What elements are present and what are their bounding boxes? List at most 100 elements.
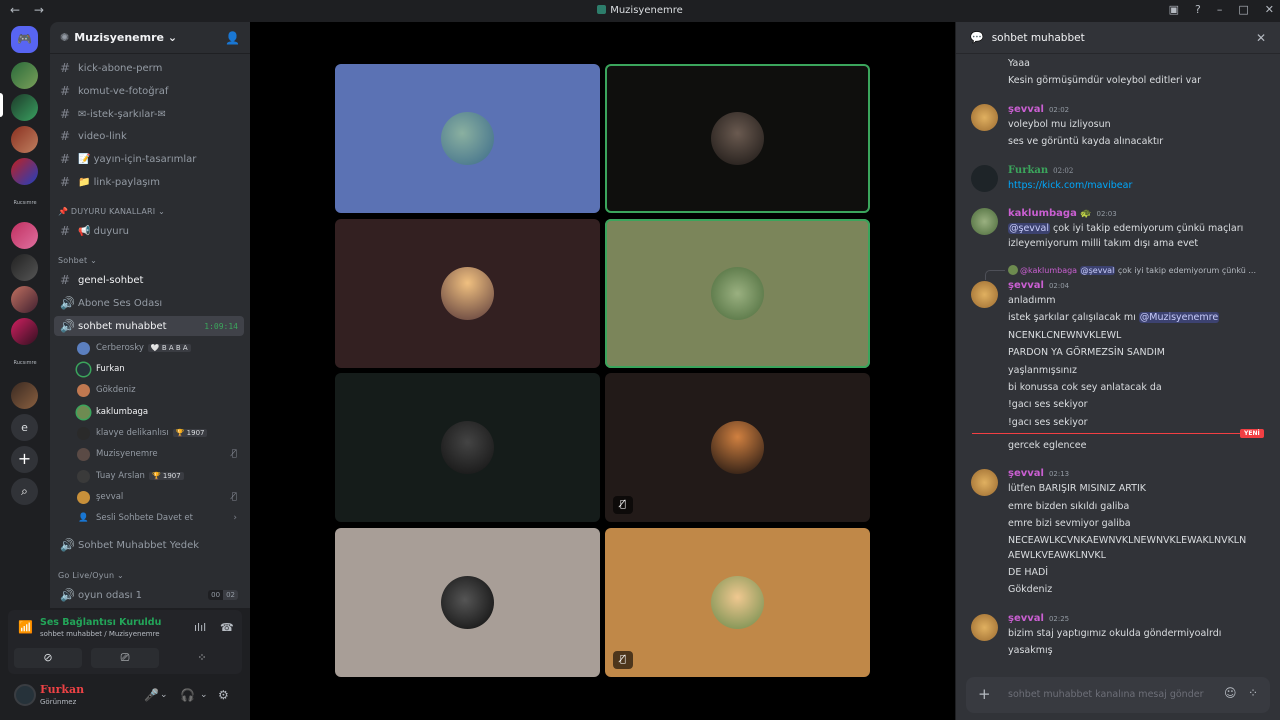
user-settings-gear-icon[interactable]: ⚙ — [218, 688, 229, 702]
voice-channel-oyun[interactable]: 🔊 oyun odası 1 00 02 — [54, 585, 244, 605]
maximize-icon[interactable]: □ — [1238, 3, 1248, 16]
category-sohbet[interactable]: Sohbet ⌄ — [58, 256, 97, 265]
avatar[interactable] — [971, 165, 998, 192]
server-icon-2[interactable] — [11, 94, 38, 121]
server-icon-7[interactable] — [11, 286, 38, 313]
message-author[interactable]: kaklumbaga 🐢 02:03 — [1008, 208, 1117, 219]
activities-button[interactable]: ⁘ — [168, 648, 236, 668]
participant-tile[interactable]: 🎙̸ — [605, 528, 870, 677]
mention[interactable]: @Muzisyenemre — [1138, 312, 1220, 323]
channel-istek-sarkilar[interactable]: # ✉-istek-şarkılar-✉ — [54, 104, 244, 124]
voice-user[interactable]: kaklumbaga — [77, 403, 247, 421]
participant-avatar — [441, 267, 494, 320]
explore-icon[interactable]: ⌕ — [11, 478, 38, 505]
hash-icon: # — [60, 273, 71, 287]
chat-channel-name: sohbet muhabbet — [991, 31, 1085, 44]
voice-status[interactable]: Ses Bağlantısı Kuruldu — [40, 617, 161, 628]
timestamp: 02:02 — [1048, 106, 1070, 114]
mention[interactable]: @şevval — [1008, 223, 1050, 234]
attach-plus-icon[interactable]: + — [978, 685, 991, 703]
message-text: @şevval çok iyi takip edemiyorum çünkü m… — [1008, 223, 1243, 234]
avatar[interactable] — [971, 469, 998, 496]
server-icon-4[interactable] — [11, 158, 38, 185]
voice-user[interactable]: Gökdeniz — [77, 381, 247, 399]
category-duyuru[interactable]: 📌 DUYURU KANALLARI ⌄ — [58, 207, 165, 216]
noise-suppression-icon[interactable]: ılıl — [194, 621, 206, 634]
participant-tile[interactable]: 🎙̸ — [605, 373, 870, 522]
avatar[interactable] — [971, 614, 998, 641]
participant-tile[interactable] — [605, 64, 870, 213]
message-author[interactable]: Furkan 02:02 — [1008, 165, 1073, 176]
channel-yayin-icin-tasarimlar[interactable]: # 📝 yayın-için-tasarımlar — [54, 149, 244, 169]
voice-channel-sohbet-muhabbet[interactable]: 🔊 sohbet muhabbet 1:09:14 — [54, 316, 244, 336]
server-icon-3[interactable] — [11, 126, 38, 153]
avatar[interactable] — [971, 281, 998, 308]
voice-user[interactable]: şevval 🎙̸ — [77, 488, 247, 506]
avatar[interactable] — [971, 104, 998, 131]
mic-options-chevron-icon[interactable]: ⌄ — [160, 690, 168, 700]
close-icon[interactable]: ✕ — [1256, 31, 1266, 45]
participant-tile[interactable] — [335, 219, 600, 368]
participant-tile[interactable] — [605, 219, 870, 368]
message-input[interactable]: sohbet muhabbet kanalına mesaj gönder — [1008, 689, 1203, 700]
invite-to-voice[interactable]: 👤 Sesli Sohbete Davet et › — [77, 509, 247, 527]
camera-off-button[interactable]: ⊘ — [14, 648, 82, 668]
minimize-icon[interactable]: – — [1217, 3, 1223, 16]
close-window-icon[interactable]: ✕ — [1265, 3, 1274, 16]
voice-user[interactable]: klavye delikanlısı 🏆 1907 — [77, 424, 247, 442]
discord-home-icon[interactable]: 🎮 — [11, 26, 38, 53]
voice-location[interactable]: sohbet muhabbet / Muzisyenemre — [40, 630, 160, 638]
participant-tile[interactable] — [335, 64, 600, 213]
voice-channel-yedek[interactable]: 🔊 Sohbet Muhabbet Yedek — [54, 535, 244, 555]
server-icon-8[interactable] — [11, 318, 38, 345]
reply-connector — [985, 270, 1005, 280]
participant-tile[interactable] — [335, 373, 600, 522]
message-text: NECEAWLKCVNKAEWNVKLNEWNVKLEWAKLNVKLN — [1008, 535, 1247, 546]
message-author[interactable]: şevval 02:02 — [1008, 104, 1069, 115]
message-author[interactable]: şevval 02:25 — [1008, 613, 1069, 624]
server-icon-5[interactable] — [11, 222, 38, 249]
category-golive[interactable]: Go Live/Oyun ⌄ — [58, 571, 124, 580]
message-composer[interactable]: + sohbet muhabbet kanalına mesaj gönder … — [966, 677, 1270, 713]
server-icon-9[interactable] — [11, 382, 38, 409]
voice-user[interactable]: Cerberosky 🤍 B A B A — [77, 339, 247, 357]
disconnect-icon[interactable]: ☎ — [220, 621, 234, 634]
voice-user[interactable]: Tuay Arslan 🏆 1907 — [77, 467, 247, 485]
inbox-icon[interactable]: ▣ — [1169, 3, 1179, 16]
emoji-icon[interactable]: ☺ — [1224, 686, 1237, 700]
headphones-icon[interactable]: 🎧 — [180, 688, 195, 702]
voice-user[interactable]: Furkan — [77, 360, 247, 378]
message-text: Kesin görmüşümdür voleybol editleri var — [1008, 75, 1201, 86]
user-avatar[interactable] — [14, 684, 36, 706]
channel-kick-abone-perm[interactable]: # kick-abone-perm — [54, 58, 244, 78]
mention: @şevval — [1079, 266, 1116, 275]
channel-link-paylasim[interactable]: # 📁 link-paylaşım — [54, 172, 244, 192]
add-member-icon[interactable]: 👤 — [225, 31, 240, 45]
message-author[interactable]: şevval 02:04 — [1008, 280, 1069, 291]
microphone-icon[interactable]: 🎤 — [144, 688, 159, 702]
server-header[interactable]: ✺ Muzisyenemre ⌄ 👤 — [50, 22, 250, 54]
server-icon-1[interactable] — [11, 62, 38, 89]
help-icon[interactable]: ? — [1195, 3, 1201, 16]
message-text: bi konussa cok sey anlatacak da — [1008, 382, 1162, 393]
message-author[interactable]: şevval 02:13 — [1008, 468, 1069, 479]
screen-share-button[interactable]: ⎚ — [91, 648, 159, 668]
voice-user[interactable]: Muzisyenemre 🎙̸ — [77, 445, 247, 463]
channel-komut-ve-fotograf[interactable]: # komut-ve-fotoğraf — [54, 81, 244, 101]
apps-icon[interactable]: ⁘ — [1248, 686, 1258, 700]
participant-tile[interactable] — [335, 528, 600, 677]
channel-video-link[interactable]: # video-link — [54, 126, 244, 146]
message-link[interactable]: https://kick.com/mavibear — [1008, 180, 1132, 191]
audio-options-chevron-icon[interactable]: ⌄ — [200, 690, 208, 700]
channel-genel-sohbet[interactable]: # genel-sohbet — [54, 270, 244, 290]
channel-duyuru[interactable]: # 📢 duyuru — [54, 221, 244, 241]
participant-avatar — [711, 112, 764, 165]
hash-icon: # — [60, 84, 71, 98]
reply-preview[interactable]: @kaklumbaga @şevval çok iyi takip edemiy… — [1008, 265, 1256, 275]
server-icon-e[interactable]: e — [11, 414, 38, 441]
add-server-icon[interactable]: + — [11, 446, 38, 473]
voice-channel-abone[interactable]: 🔊 Abone Ses Odası — [54, 293, 244, 313]
timestamp: 02:02 — [1053, 167, 1074, 175]
server-icon-6[interactable] — [11, 254, 38, 281]
avatar[interactable] — [971, 208, 998, 235]
